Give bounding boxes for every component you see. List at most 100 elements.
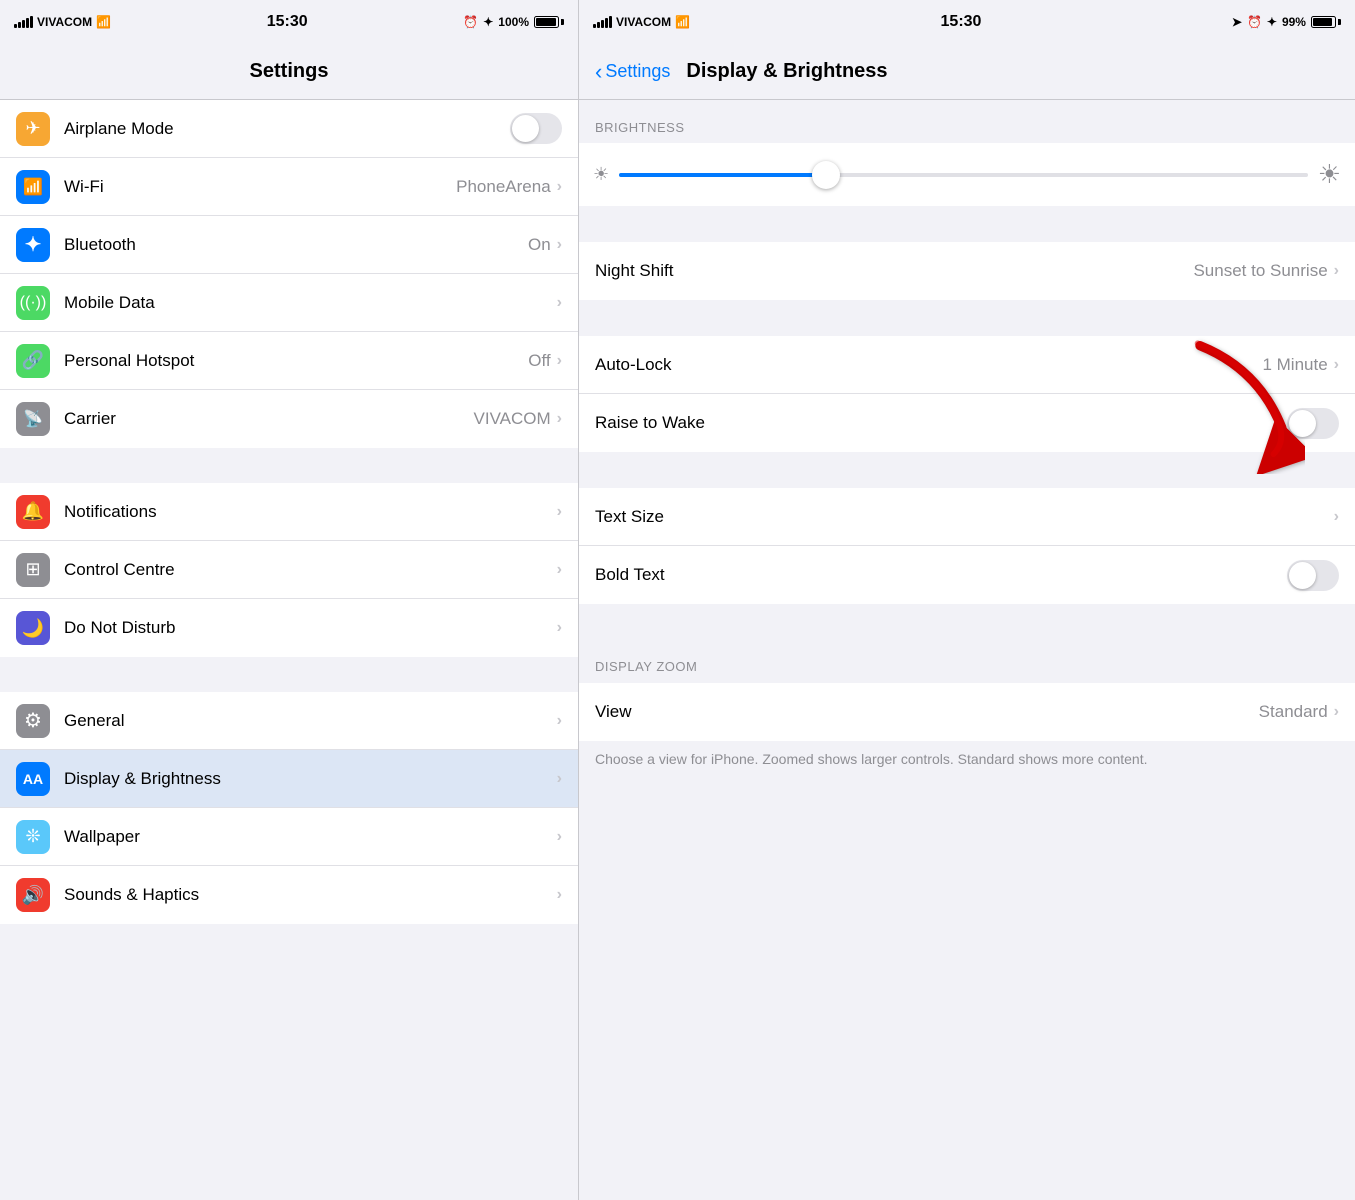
- row-wallpaper[interactable]: ❊ Wallpaper ›: [0, 808, 578, 866]
- alarm-icon: ⏰: [463, 15, 478, 29]
- carrier-icon: 📡: [23, 409, 43, 429]
- section-notifications: 🔔 Notifications › ⊞ Control Centre › 🌙 D…: [0, 483, 578, 657]
- controlcentre-chevron: ›: [557, 561, 562, 579]
- raisetowake-label: Raise to Wake: [595, 413, 1287, 433]
- right-signal-bars: [593, 16, 612, 28]
- row-mobiledata[interactable]: ((·)) Mobile Data ›: [0, 274, 578, 332]
- right-carrier: VIVACOM: [616, 15, 671, 29]
- nightshift-chevron: ›: [1334, 262, 1339, 280]
- battery: [534, 16, 564, 28]
- airplane-label: Airplane Mode: [64, 119, 510, 139]
- sounds-icon: 🔊: [22, 885, 44, 906]
- raisetowake-toggle[interactable]: [1287, 408, 1339, 439]
- row-general[interactable]: ⚙ General ›: [0, 692, 578, 750]
- nightshift-value: Sunset to Sunrise: [1193, 261, 1327, 281]
- boldtext-toggle[interactable]: [1287, 560, 1339, 591]
- wallpaper-icon-wrap: ❊: [16, 820, 50, 854]
- brightness-section: ☀ ☀: [579, 143, 1355, 206]
- airplane-toggle[interactable]: [510, 113, 562, 144]
- back-chevron-icon: ‹: [595, 59, 602, 85]
- row-view[interactable]: View Standard ›: [579, 683, 1355, 741]
- brightness-slider-track[interactable]: [619, 173, 1308, 177]
- battery-body: [534, 16, 559, 28]
- autolock-value: 1 Minute: [1262, 355, 1327, 375]
- row-displaybrightness[interactable]: AA Display & Brightness ›: [0, 750, 578, 808]
- section-display: ⚙ General › AA Display & Brightness › ❊ …: [0, 692, 578, 924]
- row-airplane[interactable]: ✈ Airplane Mode: [0, 100, 578, 158]
- rbar3: [601, 20, 604, 28]
- view-label: View: [595, 702, 1259, 722]
- right-divider-3: [579, 452, 1355, 487]
- row-boldtext[interactable]: Bold Text: [579, 546, 1355, 604]
- general-icon-wrap: ⚙: [16, 704, 50, 738]
- sun-large-icon: ☀: [1318, 159, 1341, 190]
- notifications-icon: 🔔: [22, 501, 44, 522]
- display-label: Display & Brightness: [64, 769, 557, 789]
- general-icon: ⚙: [24, 708, 42, 733]
- wifi-icon: 📶: [23, 177, 43, 197]
- general-chevron: ›: [557, 712, 562, 730]
- view-chevron: ›: [1334, 703, 1339, 721]
- bluetooth-icon: ✦: [483, 15, 493, 29]
- right-battery: [1311, 16, 1341, 28]
- notifications-chevron: ›: [557, 503, 562, 521]
- row-notifications[interactable]: 🔔 Notifications ›: [0, 483, 578, 541]
- right-battery-fill: [1313, 18, 1332, 26]
- controlcentre-icon: ⊞: [25, 559, 40, 580]
- hotspot-label: Personal Hotspot: [64, 351, 528, 371]
- section-textsize: Text Size › Bold Text: [579, 488, 1355, 604]
- divider-2: [0, 657, 578, 692]
- row-hotspot[interactable]: 🔗 Personal Hotspot Off ›: [0, 332, 578, 390]
- right-alarm-icon: ⏰: [1247, 15, 1262, 29]
- airplane-toggle-knob: [512, 115, 539, 142]
- mobiledata-icon: ((·)): [20, 294, 47, 312]
- carrier-chevron: ›: [557, 410, 562, 428]
- mobiledata-label: Mobile Data: [64, 293, 557, 313]
- bar3: [22, 20, 25, 28]
- right-battery-tip: [1338, 19, 1341, 25]
- right-status-left: VIVACOM 📶: [593, 15, 690, 29]
- right-panel: VIVACOM 📶 15:30 ➤ ⏰ ✦ 99% ‹ Settings Dis…: [579, 0, 1355, 1200]
- row-soundshaptics[interactable]: 🔊 Sounds & Haptics ›: [0, 866, 578, 924]
- right-bluetooth-icon: ✦: [1267, 15, 1277, 29]
- right-battery-body: [1311, 16, 1336, 28]
- bluetooth-icon-wrap: ✦: [16, 228, 50, 262]
- rbar1: [593, 24, 596, 28]
- row-carrier[interactable]: 📡 Carrier VIVACOM ›: [0, 390, 578, 448]
- brightness-slider-thumb[interactable]: [812, 161, 840, 189]
- brightness-slider-fill: [619, 173, 826, 177]
- notifications-label: Notifications: [64, 502, 557, 522]
- row-bluetooth[interactable]: ✦ Bluetooth On ›: [0, 216, 578, 274]
- wallpaper-chevron: ›: [557, 828, 562, 846]
- donotdisturb-icon: 🌙: [22, 618, 44, 639]
- autolock-chevron: ›: [1334, 356, 1339, 374]
- brightness-row: ☀ ☀: [579, 143, 1355, 206]
- sounds-label: Sounds & Haptics: [64, 885, 557, 905]
- display-icon-wrap: AA: [16, 762, 50, 796]
- bluetooth-label: Bluetooth: [64, 235, 528, 255]
- controlcentre-label: Control Centre: [64, 560, 557, 580]
- back-button[interactable]: ‹ Settings: [595, 59, 670, 85]
- right-status-right: ➤ ⏰ ✦ 99%: [1232, 15, 1341, 29]
- row-raisetowake[interactable]: Raise to Wake: [579, 394, 1355, 452]
- textsize-label: Text Size: [595, 507, 1334, 527]
- row-textsize[interactable]: Text Size ›: [579, 488, 1355, 546]
- left-wifi-icon: 📶: [96, 15, 111, 29]
- row-donotdisturb[interactable]: 🌙 Do Not Disturb ›: [0, 599, 578, 657]
- sounds-chevron: ›: [557, 886, 562, 904]
- settings-list: ✈ Airplane Mode 📶 Wi-Fi PhoneArena › ✦: [0, 100, 578, 1200]
- row-nightshift[interactable]: Night Shift Sunset to Sunrise ›: [579, 242, 1355, 300]
- row-controlcentre[interactable]: ⊞ Control Centre ›: [0, 541, 578, 599]
- battery-tip: [561, 19, 564, 25]
- hotspot-chevron: ›: [557, 352, 562, 370]
- left-status-right: ⏰ ✦ 100%: [463, 15, 564, 29]
- rbar5: [609, 16, 612, 28]
- donotdisturb-chevron: ›: [557, 619, 562, 637]
- right-battery-pct: 99%: [1282, 15, 1306, 29]
- section-nightshift: Night Shift Sunset to Sunrise ›: [579, 242, 1355, 300]
- mobiledata-chevron: ›: [557, 294, 562, 312]
- right-nav-bar: ‹ Settings Display & Brightness: [579, 44, 1355, 100]
- sun-small-icon: ☀: [593, 164, 609, 185]
- row-wifi[interactable]: 📶 Wi-Fi PhoneArena ›: [0, 158, 578, 216]
- row-autolock[interactable]: Auto-Lock 1 Minute ›: [579, 336, 1355, 394]
